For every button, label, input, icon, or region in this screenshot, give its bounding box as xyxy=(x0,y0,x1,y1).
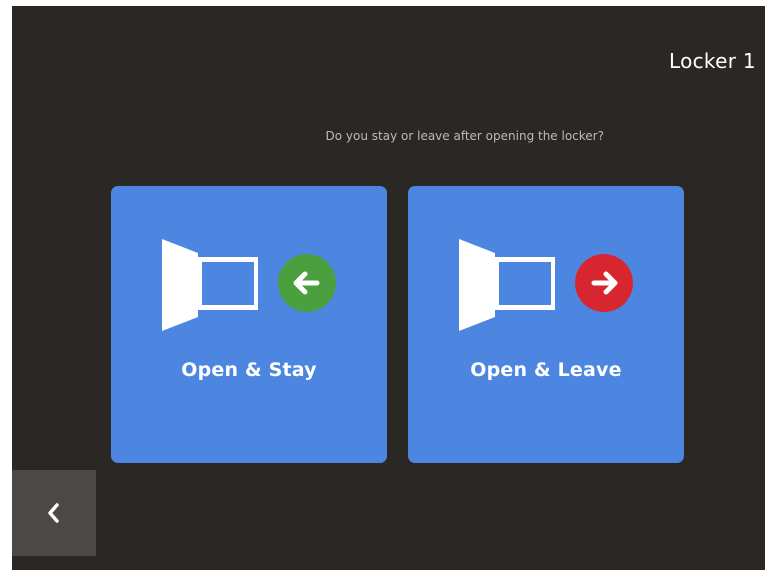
open-and-stay-label: Open & Stay xyxy=(181,359,317,381)
open-and-leave-label: Open & Leave xyxy=(470,359,622,381)
locker-title: Locker 1 xyxy=(669,49,756,73)
prompt-text: Do you stay or leave after opening the l… xyxy=(325,129,604,143)
arrow-right-icon xyxy=(575,254,633,312)
open-and-stay-button[interactable]: Open & Stay xyxy=(111,186,387,463)
open-and-leave-button[interactable]: Open & Leave xyxy=(408,186,684,463)
chevron-left-icon xyxy=(48,503,59,523)
locker-open-icon xyxy=(162,239,258,331)
locker-open-icon xyxy=(459,239,555,331)
locker-screen: Locker 1 Do you stay or leave after open… xyxy=(12,6,765,570)
arrow-left-icon xyxy=(278,254,336,312)
back-button[interactable] xyxy=(12,470,96,556)
